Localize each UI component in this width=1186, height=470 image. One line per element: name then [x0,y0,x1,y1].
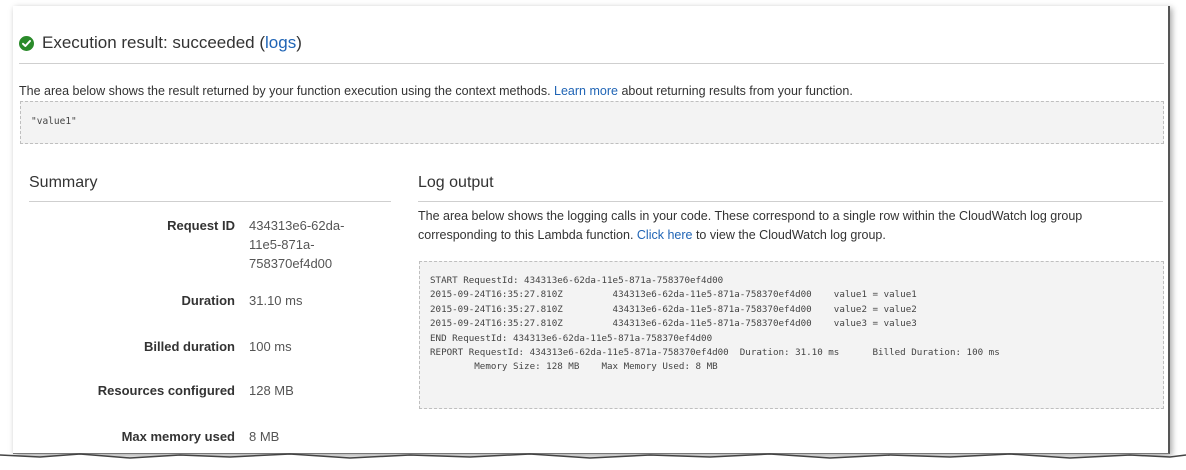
log-line: START RequestId: 434313e6-62da-11e5-871a… [430,275,724,286]
request-id-line: 434313e6-62da- [249,218,345,233]
log-output-description: The area below shows the logging calls i… [418,207,1163,245]
log-line: 2015-09-24T16:35:27.810Z 434313e6-62da-1… [430,318,917,330]
request-id-line: 11e5-871a- [249,237,315,252]
max-memory-used-label: Max memory used [121,429,235,444]
request-id-value: 434313e6-62da- 11e5-871a- 758370ef4d00 [249,216,344,273]
heading-divider [19,63,1164,64]
log-line: REPORT RequestId: 434313e6-62da-11e5-871… [430,347,1000,359]
duration-value: 31.10 ms [249,293,303,308]
log-description-text-after: to view the CloudWatch log group. [692,228,886,242]
resources-configured-label: Resources configured [97,383,235,398]
learn-more-link[interactable]: Learn more [554,84,618,98]
billed-duration-label: Billed duration [144,339,235,354]
log-output-title: Log output [418,174,494,191]
resources-configured-value: 128 MB [249,383,294,398]
description-text: The area below shows the result returned… [19,84,555,98]
log-line: Memory Size: 128 MB Max Memory Used: 8 M… [430,361,718,373]
log-output-box: START RequestId: 434313e6-62da-11e5-871a… [419,261,1164,409]
execution-result-heading: Execution result: succeeded (logs) [19,30,302,56]
heading-suffix: ) [296,33,302,52]
log-line: 2015-09-24T16:35:27.810Z 434313e6-62da-1… [430,289,917,301]
result-description: The area below shows the result returned… [19,84,853,98]
description-text-after: about returning results from your functi… [617,84,853,98]
logs-link[interactable]: logs [265,33,296,53]
log-output-divider [418,201,1163,202]
request-id-label: Request ID [167,218,235,233]
log-line: END RequestId: 434313e6-62da-11e5-871a-7… [430,332,713,344]
result-output-box: "value1" [20,101,1164,144]
heading-prefix: Execution result: succeeded ( [42,33,266,52]
max-memory-used-value: 8 MB [249,429,280,444]
request-id-line: 758370ef4d00 [249,256,333,271]
check-circle-icon [19,35,34,51]
result-value: "value1" [31,116,77,127]
cloudwatch-click-here-link[interactable]: Click here [637,228,693,242]
duration-label: Duration [181,293,235,308]
billed-duration-value: 100 ms [249,339,292,354]
summary-title: Summary [29,174,98,191]
summary-divider [29,201,391,202]
torn-edge-decoration [0,453,1186,470]
log-line: 2015-09-24T16:35:27.810Z 434313e6-62da-1… [430,303,917,315]
